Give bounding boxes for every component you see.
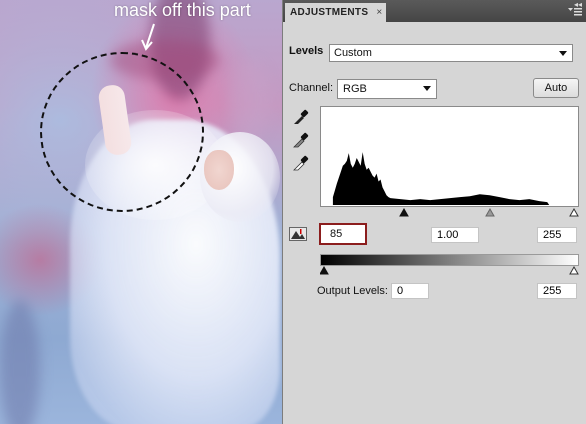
input-gamma-slider-handle — [485, 207, 495, 217]
output-black-slider-handle — [320, 265, 329, 275]
output-levels-label: Output Levels: — [317, 285, 388, 297]
photo-canvas: mask off this part — [0, 0, 282, 424]
output-white-field[interactable]: 255 — [537, 283, 577, 299]
mask-annotation-text: mask off this part — [114, 0, 251, 20]
adjustments-panel: ADJUSTMENTS × ◂◂ Levels Custom Channel: R… — [282, 0, 586, 424]
auto-button[interactable]: Auto — [533, 78, 579, 98]
output-white-slider-handle — [569, 265, 579, 275]
histogram — [320, 106, 579, 207]
mask-selection-circle — [40, 52, 204, 212]
clipping-warning-icon[interactable] — [289, 227, 307, 241]
channel-value: RGB — [343, 83, 367, 95]
channel-label: Channel: — [289, 82, 334, 94]
input-black-slider-handle — [399, 207, 409, 217]
preset-value: Custom — [334, 47, 372, 59]
output-levels-slider[interactable] — [320, 265, 579, 277]
levels-label: Levels — [289, 45, 324, 57]
preset-dropdown[interactable]: Custom — [329, 44, 573, 62]
chevron-down-icon — [559, 51, 567, 56]
input-gamma-field[interactable]: 1.00 — [431, 227, 479, 243]
tab-adjustments[interactable]: ADJUSTMENTS × — [285, 3, 387, 22]
input-black-value: 85 — [330, 228, 343, 240]
input-black-field[interactable]: 85 — [319, 223, 367, 245]
panel-menu-icon[interactable] — [568, 8, 582, 20]
input-white-slider-handle — [569, 207, 579, 217]
background-blossom — [230, 60, 270, 140]
black-point-eyedropper-icon[interactable] — [291, 108, 309, 126]
white-point-eyedropper-icon[interactable] — [291, 154, 309, 172]
tab-close-icon[interactable]: × — [376, 3, 382, 22]
chevron-down-icon — [423, 86, 431, 91]
histogram-graph — [332, 152, 550, 206]
background-tree-left — [0, 300, 40, 424]
input-white-field[interactable]: 255 — [537, 227, 577, 243]
panel-titlebar: ADJUSTMENTS × ◂◂ — [283, 0, 586, 22]
output-black-field[interactable]: 0 — [391, 283, 429, 299]
tab-title: ADJUSTMENTS — [290, 7, 369, 18]
dancer-face — [204, 150, 234, 190]
annotation-arrow-icon — [141, 23, 155, 51]
input-levels-slider[interactable] — [320, 207, 579, 219]
channel-dropdown[interactable]: RGB — [337, 79, 437, 99]
gray-point-eyedropper-icon[interactable] — [291, 131, 309, 149]
